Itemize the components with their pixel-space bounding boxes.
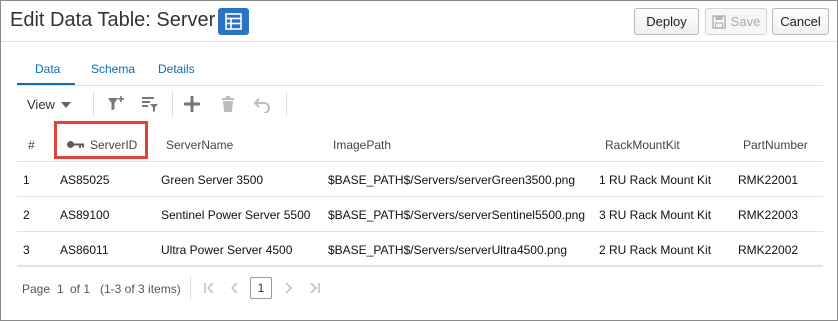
page-number-input[interactable]: 1 bbox=[250, 277, 272, 299]
partnumber-cell[interactable]: RMK22003 bbox=[738, 208, 798, 222]
page-header: Edit Data Table: Server Deploy Save Canc… bbox=[1, 1, 837, 42]
table-icon-button[interactable] bbox=[218, 8, 249, 35]
tab-details[interactable]: Details bbox=[158, 62, 195, 76]
view-label: View bbox=[27, 97, 55, 112]
previous-page-icon[interactable] bbox=[228, 281, 242, 295]
column-header-index: # bbox=[28, 138, 35, 152]
tab-data[interactable]: Data bbox=[35, 62, 60, 76]
partnumber-cell[interactable]: RMK22002 bbox=[738, 243, 798, 257]
rackmountkit-cell[interactable]: 3 RU Rack Mount Kit bbox=[599, 208, 711, 222]
next-page-icon[interactable] bbox=[281, 281, 295, 295]
last-page-icon[interactable] bbox=[308, 281, 322, 295]
imagepath-cell[interactable]: $BASE_PATH$/Servers/serverGreen3500.png bbox=[328, 173, 575, 187]
items-count-label: (1-3 of 3 items) bbox=[100, 282, 181, 296]
serverid-cell[interactable]: AS85025 bbox=[60, 173, 109, 187]
cancel-label: Cancel bbox=[780, 14, 821, 29]
column-header-partnumber[interactable]: PartNumber bbox=[743, 138, 808, 152]
servername-cell[interactable]: Sentinel Power Server 5500 bbox=[161, 208, 310, 222]
serverid-cell[interactable]: AS86011 bbox=[60, 243, 109, 257]
page-title: Edit Data Table: Server bbox=[10, 9, 216, 31]
save-button[interactable]: Save bbox=[705, 8, 767, 35]
imagepath-cell[interactable]: $BASE_PATH$/Servers/serverUltra4500.png bbox=[328, 243, 567, 257]
table-row[interactable]: 2 AS89100 Sentinel Power Server 5500 $BA… bbox=[17, 197, 823, 232]
toolbar-divider bbox=[93, 92, 94, 116]
rackmountkit-cell[interactable]: 2 RU Rack Mount Kit bbox=[599, 243, 711, 257]
add-row-icon[interactable] bbox=[183, 95, 201, 113]
table-icon bbox=[225, 13, 242, 30]
editor-window: Edit Data Table: Server Deploy Save Canc… bbox=[0, 0, 838, 321]
view-menu[interactable]: View bbox=[27, 97, 71, 112]
servername-cell[interactable]: Green Server 3500 bbox=[161, 173, 263, 187]
pagination-bar: Page 1 of 1 (1-3 of 3 items) 1 bbox=[17, 265, 823, 310]
rackmountkit-cell[interactable]: 1 RU Rack Mount Kit bbox=[599, 173, 711, 187]
toolbar-divider bbox=[172, 92, 173, 116]
filter-settings-icon[interactable] bbox=[141, 95, 159, 113]
row-index-cell: 3 bbox=[23, 243, 30, 257]
table-row[interactable]: 3 AS86011 Ultra Power Server 4500 $BASE_… bbox=[17, 232, 823, 267]
imagepath-cell[interactable]: $BASE_PATH$/Servers/serverSentinel5500.p… bbox=[328, 208, 585, 222]
serverid-cell[interactable]: AS89100 bbox=[60, 208, 109, 222]
toolbar: View bbox=[17, 89, 823, 119]
table-row[interactable]: 1 AS85025 Green Server 3500 $BASE_PATH$/… bbox=[17, 162, 823, 197]
column-header-imagepath[interactable]: ImagePath bbox=[333, 138, 391, 152]
delete-icon[interactable] bbox=[219, 95, 237, 113]
current-page-label: 1 bbox=[57, 282, 64, 296]
page-number-value: 1 bbox=[257, 281, 265, 295]
row-index-cell: 1 bbox=[23, 173, 30, 187]
key-column-highlight bbox=[54, 121, 148, 159]
column-header-servername[interactable]: ServerName bbox=[166, 138, 233, 152]
tabs-divider bbox=[17, 85, 823, 86]
add-filter-icon[interactable] bbox=[107, 95, 125, 113]
chevron-down-icon bbox=[60, 101, 71, 108]
partnumber-cell[interactable]: RMK22001 bbox=[738, 173, 798, 187]
page-count-label: of 1 bbox=[70, 282, 91, 296]
deploy-label: Deploy bbox=[646, 14, 687, 29]
page-label: Page bbox=[22, 282, 51, 296]
row-index-cell: 2 bbox=[23, 208, 30, 222]
pagination-divider bbox=[190, 276, 191, 300]
toolbar-divider bbox=[286, 92, 287, 116]
cancel-button[interactable]: Cancel bbox=[772, 8, 829, 35]
deploy-button[interactable]: Deploy bbox=[634, 8, 699, 35]
tab-schema[interactable]: Schema bbox=[91, 62, 135, 76]
save-label: Save bbox=[730, 14, 761, 29]
undo-icon[interactable] bbox=[253, 95, 271, 113]
column-header-rackmountkit[interactable]: RackMountKit bbox=[605, 138, 680, 152]
first-page-icon[interactable] bbox=[202, 281, 216, 295]
servername-cell[interactable]: Ultra Power Server 4500 bbox=[161, 243, 292, 257]
save-icon bbox=[711, 14, 726, 29]
